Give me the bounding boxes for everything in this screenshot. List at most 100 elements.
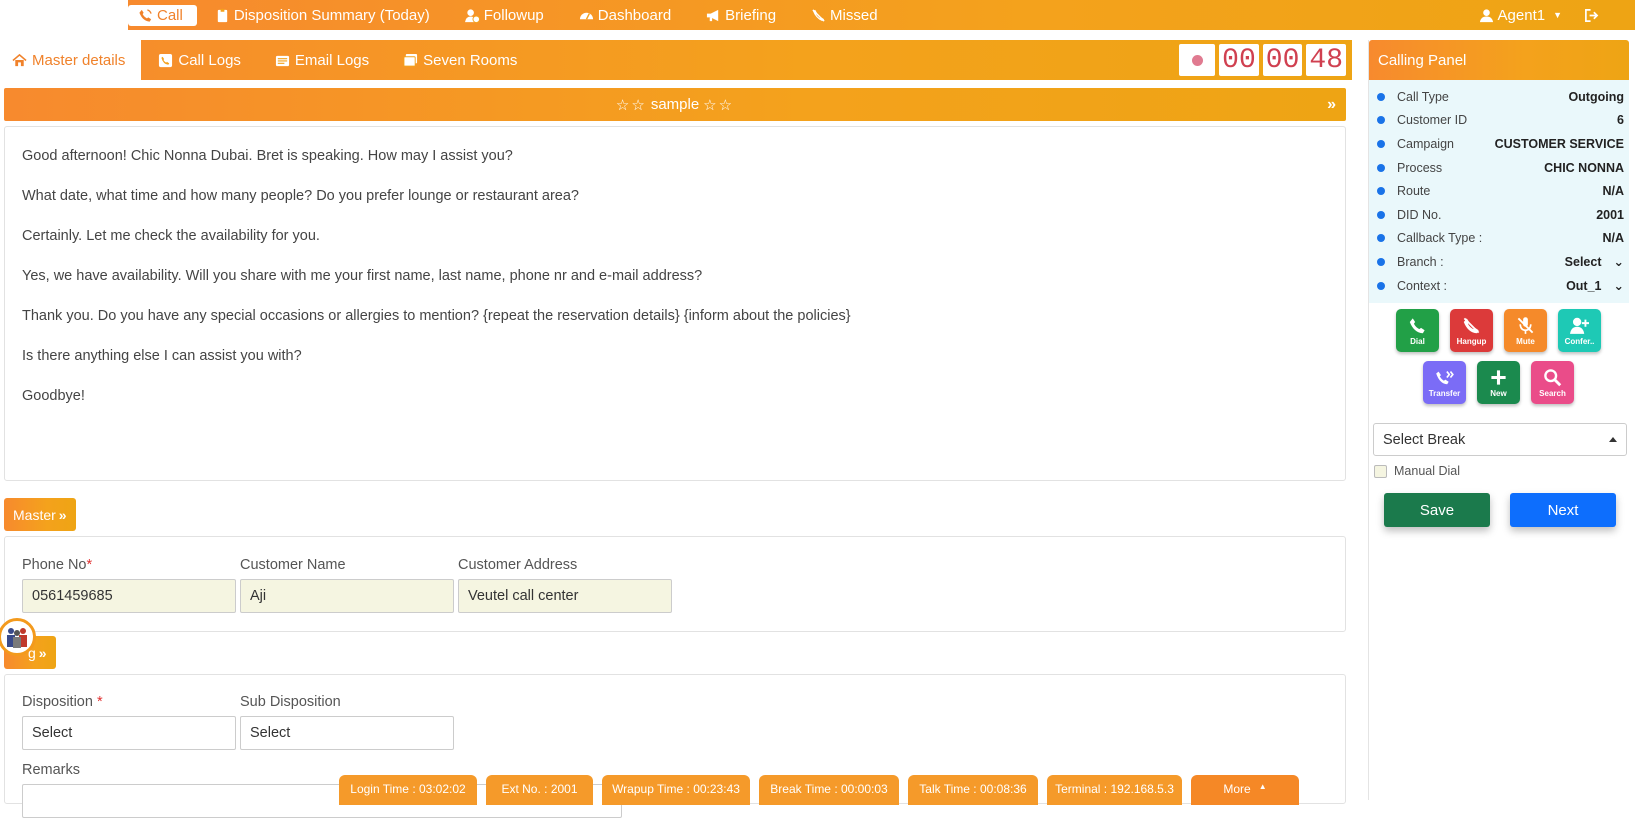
tab-email-logs-label: Email Logs [294, 51, 370, 69]
nav-followup[interactable]: Followup [464, 6, 544, 24]
top-nav: Call Disposition Summary (Today) Followu… [128, 0, 1635, 30]
status-ext-no: Ext No. : 2001 [486, 775, 593, 805]
double-chevron-right-icon: » [38, 644, 47, 661]
clipboard-icon [217, 8, 228, 22]
chevron-down-icon: ⌄ [1613, 279, 1624, 294]
script-line: Goodbye! [22, 388, 85, 404]
next-button[interactable]: Next [1510, 493, 1616, 527]
info-row: Callback Type : N/A [1377, 227, 1624, 251]
tab-email-logs[interactable]: Email Logs [258, 40, 386, 80]
sub-disposition-label: Sub Disposition [240, 694, 341, 710]
nav-dashboard[interactable]: Dashboard [579, 7, 671, 24]
master-section-button[interactable]: Master » [4, 498, 76, 531]
save-button[interactable]: Save [1384, 493, 1490, 527]
sub-disposition-field: Sub Disposition Select [240, 694, 454, 750]
status-more-button[interactable]: More ▲ [1191, 775, 1299, 805]
nav-briefing[interactable]: Briefing [706, 7, 776, 24]
gauge-icon [579, 12, 593, 20]
script-line: Yes, we have availability. Will you shar… [22, 268, 703, 284]
script-line: Thank you. Do you have any special occas… [22, 308, 851, 324]
tab-master-details[interactable]: Master details [0, 40, 142, 80]
call-script: Good afternoon! Chic Nonna Dubai. Bret i… [4, 126, 1346, 481]
customer-address-input[interactable]: Veutel call center [458, 579, 672, 613]
chevron-down-icon: ⌄ [1613, 255, 1624, 270]
disposition-label: Disposition * [22, 694, 103, 710]
caret-up-icon [1609, 437, 1617, 442]
info-row: Campaign CUSTOMER SERVICE [1377, 132, 1624, 156]
home-icon [12, 53, 27, 66]
disposition-select[interactable]: Select [22, 716, 236, 750]
customer-name-label: Customer Name [240, 557, 346, 573]
tab-master-details-label: Master details [32, 51, 126, 69]
customer-address-label: Customer Address [458, 557, 578, 573]
dial-button[interactable]: Dial [1396, 309, 1439, 353]
double-chevron-right-icon[interactable]: » [1327, 96, 1336, 114]
tab-call-logs[interactable]: Call Logs [141, 40, 258, 80]
script-title: sample [650, 96, 700, 113]
info-row: Customer ID 6 [1377, 109, 1624, 133]
mute-button[interactable]: Mute [1504, 309, 1547, 353]
script-title-bar[interactable]: ☆☆ sample ☆☆ » [4, 88, 1346, 121]
phone-input[interactable]: 0561459685 [22, 579, 236, 613]
tab-bar: Master details Call Logs Email Logs Seve… [0, 40, 1352, 80]
manual-dial-checkbox[interactable] [1374, 464, 1387, 478]
caret-down-icon: ▼ [1553, 10, 1562, 20]
customer-name-input[interactable]: Aji [240, 579, 454, 613]
nav-call-label: Call [157, 6, 183, 24]
select-break-dropdown[interactable]: Select Break [1373, 423, 1627, 456]
logout-icon[interactable] [1584, 8, 1599, 23]
user-name: Agent1 [1497, 6, 1546, 24]
info-row: Call Type Outgoing [1377, 85, 1624, 109]
star-outline-icons-right: ☆☆ [703, 96, 735, 114]
status-bar: Login Time : 03:02:02 Ext No. : 2001 Wra… [339, 775, 1299, 805]
nav-followup-label: Followup [483, 6, 544, 24]
tab-seven-rooms-label: Seven Rooms [423, 51, 518, 69]
plus-icon [1491, 370, 1506, 385]
megaphone-icon [707, 9, 719, 21]
branch-row[interactable]: Branch : Select ⌄ [1377, 250, 1624, 274]
context-row[interactable]: Context : Out_1 ⌄ [1377, 274, 1624, 298]
phone-icon [1409, 318, 1425, 334]
select-break-label: Select Break [1383, 431, 1466, 448]
calling-panel-header: Calling Panel [1369, 40, 1629, 80]
sub-disposition-select[interactable]: Select [240, 716, 454, 750]
phone-field: Phone No* 0561459685 [22, 557, 236, 613]
status-more-label: More [1223, 782, 1251, 796]
new-button[interactable]: New [1477, 361, 1520, 405]
customer-name-field: Customer Name Aji [240, 557, 454, 613]
search-icon [1544, 369, 1562, 387]
call-actions: Dial Hangup Mute Confer.. Transfer New S… [1369, 309, 1629, 414]
status-login-time: Login Time : 03:02:02 [339, 775, 477, 805]
master-form: Phone No* 0561459685 Customer Name Aji C… [4, 536, 1346, 632]
master-section-label: Master [13, 506, 56, 523]
nav-disposition-summary-label: Disposition Summary (Today) [233, 6, 430, 24]
nav-dashboard-label: Dashboard [597, 6, 672, 24]
nav-briefing-label: Briefing [725, 6, 777, 24]
recording-indicator [1179, 44, 1216, 76]
tab-seven-rooms[interactable]: Seven Rooms [386, 40, 534, 80]
context-select[interactable]: Out_1 [1566, 279, 1601, 293]
nav-call[interactable]: Call [128, 4, 197, 26]
info-row: Route N/A [1377, 179, 1624, 203]
search-button[interactable]: Search [1531, 361, 1574, 405]
info-row: Process CHIC NONNA [1377, 156, 1624, 180]
window-icon [403, 53, 418, 67]
timer-hours: 00 [1219, 44, 1259, 76]
phone-label: Phone No* [22, 557, 93, 573]
branch-select[interactable]: Select [1565, 255, 1602, 269]
nav-disposition-summary[interactable]: Disposition Summary (Today) [215, 7, 430, 24]
phone-ring-icon [139, 8, 152, 22]
manual-dial-label: Manual Dial [1394, 464, 1461, 478]
conference-button[interactable]: Confer.. [1558, 309, 1601, 353]
script-line: What date, what time and how many people… [22, 188, 579, 204]
manual-dial-option[interactable]: Manual Dial [1374, 464, 1460, 478]
phone-slash-icon [1463, 317, 1480, 334]
info-row: DID No. 2001 [1377, 203, 1624, 227]
transfer-button[interactable]: Transfer [1423, 361, 1466, 405]
status-terminal: Terminal : 192.168.5.3 [1047, 775, 1182, 805]
nav-missed[interactable]: Missed [811, 7, 878, 24]
user-menu[interactable]: Agent1 ▼ [1479, 7, 1562, 24]
star-outline-icons-left: ☆☆ [615, 96, 647, 114]
hangup-button[interactable]: Hangup [1450, 309, 1493, 353]
script-line: Certainly. Let me check the availability… [22, 228, 320, 244]
